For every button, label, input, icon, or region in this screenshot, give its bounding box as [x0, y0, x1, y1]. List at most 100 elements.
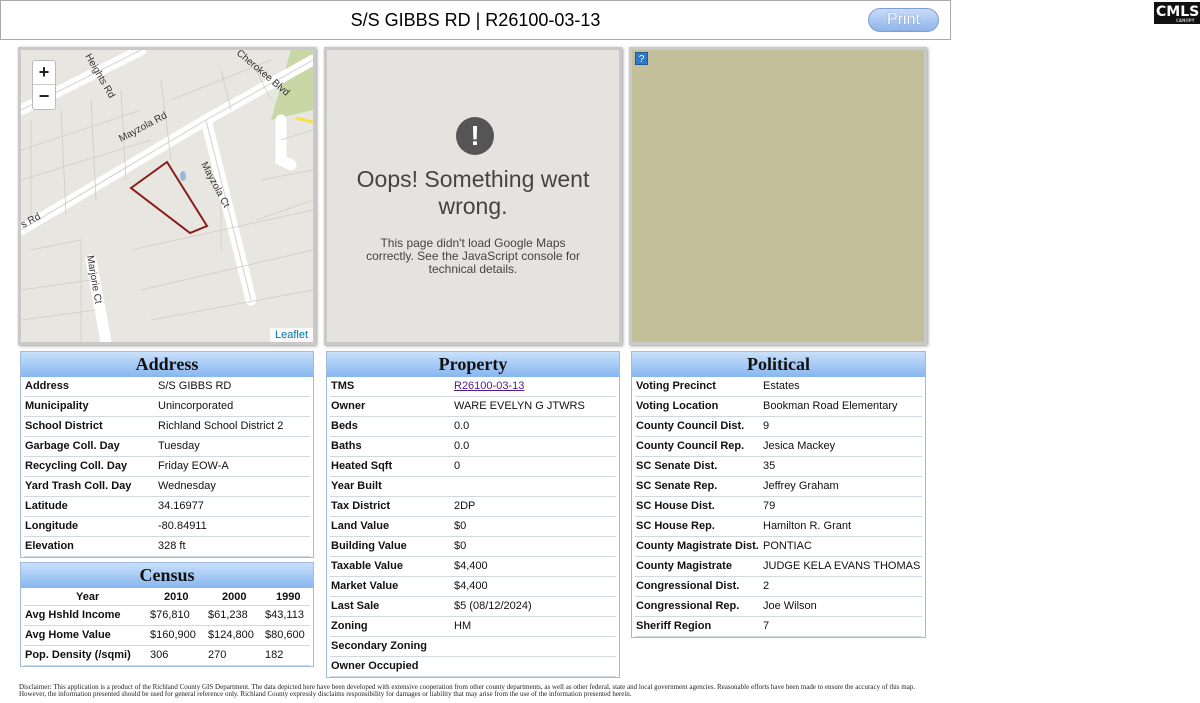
row-label: Pop. Density (/sqmi) [25, 649, 131, 661]
table-row: SC Senate Rep. Jeffrey Graham [635, 477, 922, 497]
census-col-2000: 2000 [222, 591, 247, 603]
row-label: Last Sale [331, 600, 380, 612]
census-col-year: Year [76, 591, 100, 603]
zoom-in-button[interactable]: + [33, 61, 55, 85]
table-row: Congressional Rep. Joe Wilson [635, 597, 922, 617]
row-label: Congressional Dist. [636, 580, 740, 592]
row-value: $0 [454, 520, 467, 532]
zoom-out-button[interactable]: − [33, 85, 55, 109]
row-label: Owner Occupied [331, 660, 419, 672]
row-value: Wednesday [158, 480, 216, 492]
row-label: School District [25, 420, 103, 432]
row-label: SC Senate Rep. [636, 480, 718, 492]
table-row: Address S/S GIBBS RD [24, 377, 310, 397]
table-row: Taxable Value $4,400 [330, 557, 616, 577]
row-value: Joe Wilson [763, 600, 817, 612]
table-row: Market Value $4,400 [330, 577, 616, 597]
error-icon: ! [456, 117, 494, 155]
row-value: 79 [763, 500, 776, 512]
error-title: Oops! Something went wrong. [356, 166, 590, 219]
table-row: Secondary Zoning [330, 637, 616, 657]
census-value: 182 [265, 649, 284, 661]
aerial-map[interactable]: ? [629, 47, 927, 345]
table-row: County Magistrate JUDGE KELA EVANS THOMAS [635, 557, 922, 577]
census-value: $124,800 [208, 629, 254, 641]
error-message: This page didn't load Google Maps correc… [366, 236, 580, 276]
table-row: Garbage Coll. Day Tuesday [24, 437, 310, 457]
row-value: 35 [763, 460, 776, 472]
row-value: 34.16977 [158, 500, 204, 512]
print-button[interactable]: Print [868, 8, 939, 32]
row-label: Baths [331, 440, 362, 452]
row-label: SC House Dist. [636, 500, 715, 512]
table-row: Voting Location Bookman Road Elementary [635, 397, 922, 417]
row-label: Municipality [25, 400, 89, 412]
table-row: Municipality Unincorporated [24, 397, 310, 417]
table-row: Year Built [330, 477, 616, 497]
table-row: Avg Home Value $160,900 $124,800 $80,600 [24, 626, 310, 646]
row-value: Jesica Mackey [763, 440, 836, 452]
table-row: SC Senate Dist. 35 [635, 457, 922, 477]
row-value: JUDGE KELA EVANS THOMAS [763, 560, 921, 572]
table-row: Yard Trash Coll. Day Wednesday [24, 477, 310, 497]
address-title: Address [21, 352, 313, 377]
table-row: County Council Rep. Jesica Mackey [635, 437, 922, 457]
row-value: -80.84911 [158, 520, 207, 532]
map-tiles: Heights Rd Cherokee Blvd Mayzola Rd Mayz… [21, 50, 313, 342]
row-label: Garbage Coll. Day [25, 440, 120, 452]
table-row: Pop. Density (/sqmi) 306 270 182 [24, 646, 310, 666]
property-table: Property TMS R26100-03-13 Owner WARE EVELYN… [326, 351, 620, 678]
row-label: County Council Rep. [636, 440, 745, 452]
row-label: Latitude [25, 500, 68, 512]
row-label: Land Value [331, 520, 390, 532]
row-label: Avg Hshld Income [25, 609, 121, 621]
tms-link[interactable]: R26100-03-13 [454, 377, 524, 396]
address-table: Address Address S/S GIBBS RD Municipality U… [20, 351, 314, 558]
row-value: $0 [454, 540, 467, 552]
row-value: 9 [763, 420, 770, 432]
row-value: S/S GIBBS RD [158, 380, 232, 392]
property-title: Property [327, 352, 619, 377]
table-row: SC House Dist. 79 [635, 497, 922, 517]
row-label: Voting Location [636, 400, 719, 412]
row-label: TMS [331, 380, 355, 392]
row-value: Richland School District 2 [158, 420, 284, 432]
political-title: Political [632, 352, 925, 377]
row-label: Heated Sqft [331, 460, 393, 472]
row-label: Yard Trash Coll. Day [25, 480, 132, 492]
row-value: Tuesday [158, 440, 200, 452]
census-col-2010: 2010 [164, 591, 189, 603]
census-value: $80,600 [265, 629, 305, 641]
leaflet-attribution-link[interactable]: Leaflet [269, 328, 313, 342]
row-value: Bookman Road Elementary [763, 400, 898, 412]
row-value: WARE EVELYN G JTWRS [454, 400, 585, 412]
cmls-logo: CMLS CANOPY [1154, 2, 1200, 24]
row-label: County Magistrate Dist. [636, 540, 759, 552]
parcel-map[interactable]: Heights Rd Cherokee Blvd Mayzola Rd Mayz… [18, 47, 316, 345]
row-label: Avg Home Value [25, 629, 111, 641]
row-label: SC Senate Dist. [636, 460, 718, 472]
table-row: Recycling Coll. Day Friday EOW-A [24, 457, 310, 477]
row-label: Beds [331, 420, 358, 432]
google-map-error: ! Oops! Something went wrong. This page … [324, 47, 622, 345]
row-label: Voting Precinct [636, 380, 716, 392]
census-header-row: Year 2010 2000 1990 [24, 588, 310, 606]
row-label: Year Built [331, 480, 382, 492]
census-value: $76,810 [150, 609, 190, 621]
census-value: $61,238 [208, 609, 248, 621]
table-row: Latitude 34.16977 [24, 497, 310, 517]
row-label: Elevation [25, 540, 74, 552]
table-row: County Magistrate Dist. PONTIAC [635, 537, 922, 557]
row-value: PONTIAC [763, 540, 812, 552]
row-label: Market Value [331, 580, 399, 592]
table-row: Beds 0.0 [330, 417, 616, 437]
census-table: Census Year 2010 2000 1990 Avg Hshld Inc… [20, 562, 314, 667]
census-value: $160,900 [150, 629, 196, 641]
table-row: Congressional Dist. 2 [635, 577, 922, 597]
help-icon[interactable]: ? [635, 52, 648, 65]
row-value: 0.0 [454, 440, 470, 452]
table-row: Land Value $0 [330, 517, 616, 537]
table-row: Sheriff Region 7 [635, 617, 922, 637]
table-row: Heated Sqft 0 [330, 457, 616, 477]
row-value: Hamilton R. Grant [763, 520, 852, 532]
